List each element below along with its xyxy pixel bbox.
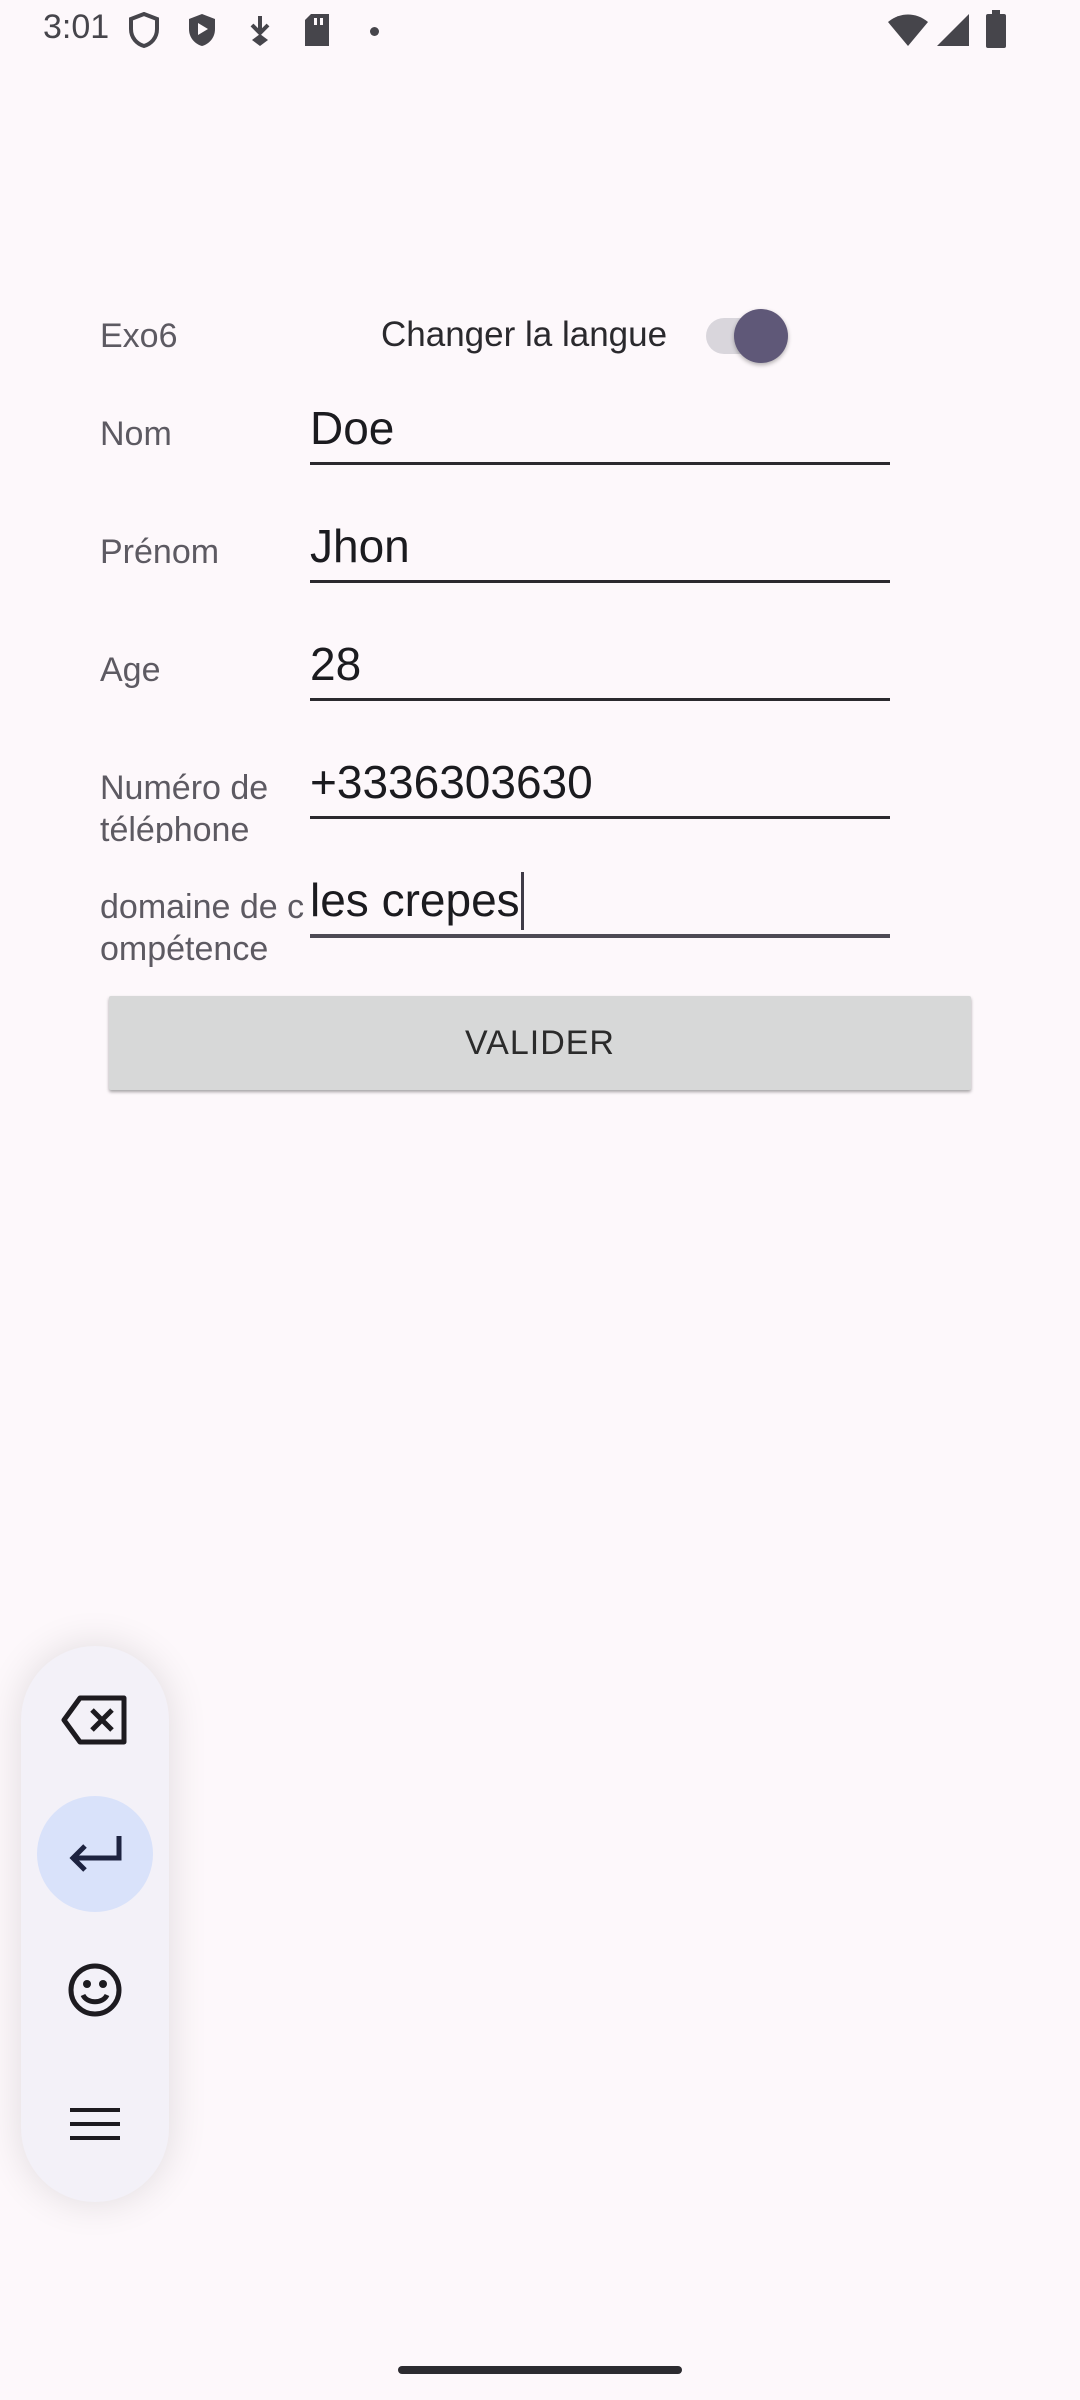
backspace-button[interactable] [37, 1662, 153, 1778]
age-value: 28 [310, 638, 362, 690]
cellular-signal-icon [937, 14, 969, 46]
emoji-button[interactable] [37, 1932, 153, 2048]
menu-icon [70, 2108, 120, 2140]
switch-thumb [734, 309, 788, 363]
nom-label: Nom [100, 415, 172, 453]
competence-input[interactable]: les crepes [310, 872, 890, 938]
download-icon [250, 16, 270, 46]
sd-card-icon [305, 14, 329, 46]
language-switch-label: Changer la langue [381, 315, 668, 354]
competence-label: domaine de compétence [100, 888, 305, 968]
emoji-icon [68, 1963, 122, 2017]
home-indicator[interactable] [398, 2366, 682, 2374]
shield-play-icon [189, 14, 215, 46]
enter-button[interactable] [37, 1796, 153, 1912]
menu-button[interactable] [37, 2066, 153, 2182]
dot-icon [370, 27, 379, 36]
app-title: Exo6 [100, 317, 178, 355]
keyboard-toolbar [21, 1646, 169, 2202]
backspace-icon [61, 1695, 127, 1745]
telephone-value: +3336303630 [310, 756, 593, 808]
prenom-value: Jhon [310, 520, 410, 572]
nom-value: Doe [310, 402, 395, 454]
shield-outline-icon [129, 12, 159, 48]
age-label: Age [100, 651, 161, 689]
status-bar: 3:01 [0, 0, 1080, 64]
prenom-label: Prénom [100, 533, 220, 571]
telephone-label: Numéro de téléphone [100, 769, 269, 843]
valider-button[interactable]: VALIDER [109, 996, 971, 1090]
competence-value: les crepes [310, 874, 520, 926]
enter-icon [69, 1836, 122, 1872]
text-caret [520, 872, 524, 930]
battery-icon [986, 10, 1006, 48]
age-input[interactable]: 28 [310, 636, 890, 701]
telephone-input[interactable]: +3336303630 [310, 754, 890, 819]
prenom-input[interactable]: Jhon [310, 518, 890, 583]
nom-input[interactable]: Doe [310, 400, 890, 465]
status-time: 3:01 [43, 8, 110, 46]
wifi-icon [888, 14, 928, 46]
